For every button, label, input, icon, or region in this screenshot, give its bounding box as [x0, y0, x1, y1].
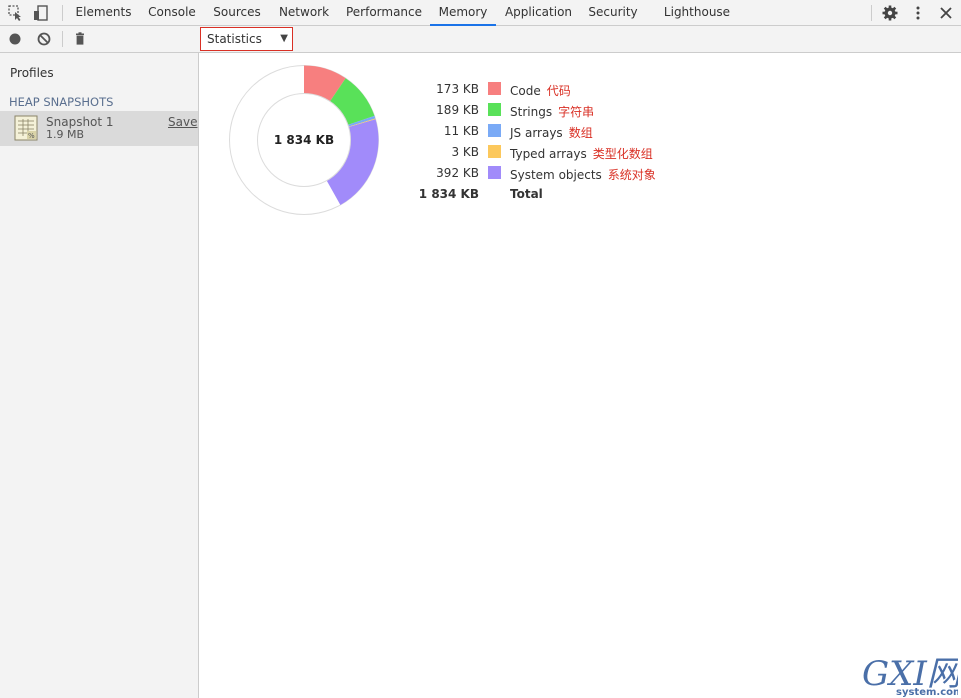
legend-label: JS arrays 数组 [510, 124, 593, 141]
snapshot-name: Snapshot 1 [46, 115, 114, 129]
trash-icon[interactable] [71, 30, 89, 48]
tab-security[interactable]: Security [585, 0, 641, 26]
legend-label: Typed arrays 类型化数组 [510, 145, 653, 162]
profiles-sidebar: Profiles HEAP SNAPSHOTS % Snapshot 1 1.9… [0, 53, 199, 698]
legend-size: 3 KB [451, 145, 479, 159]
legend-annotation: 类型化数组 [592, 147, 653, 161]
tab-bar-separator [62, 5, 63, 21]
legend-annotation: 数组 [568, 126, 593, 140]
device-toggle-icon[interactable] [31, 3, 51, 23]
statistics-view: 1 834 KB 173 KB Code 代码 189 KB Strings 字符串… [199, 53, 961, 698]
legend-total-size: 1 834 KB [418, 187, 479, 201]
legend-row-typed-arrays: 3 KB Typed arrays 类型化数组 [419, 142, 719, 163]
legend-swatch [488, 124, 501, 137]
legend-label-text: JS arrays [510, 126, 563, 140]
legend-row-system-objects: 392 KB System objects 系统对象 [419, 163, 719, 184]
legend-annotation: 字符串 [558, 105, 595, 119]
legend-swatch [488, 103, 501, 116]
legend-label-text: Typed arrays [510, 147, 587, 161]
tab-bar-separator [871, 5, 872, 21]
tab-elements[interactable]: Elements [71, 0, 136, 26]
legend-label: System objects 系统对象 [510, 166, 656, 183]
tab-sources[interactable]: Sources [209, 0, 265, 26]
legend-total-label: Total [510, 187, 543, 201]
legend-row-code: 173 KB Code 代码 [419, 79, 719, 100]
legend-size: 11 KB [443, 124, 479, 138]
tab-console[interactable]: Console [144, 0, 200, 26]
legend-swatch [488, 82, 501, 95]
gear-icon[interactable] [880, 3, 900, 23]
memory-donut-chart: 1 834 KB [229, 65, 379, 215]
legend-size: 173 KB [436, 82, 479, 96]
donut-total-label: 1 834 KB [274, 133, 334, 147]
legend-annotation: 代码 [546, 84, 571, 98]
legend-size: 392 KB [436, 166, 479, 180]
devtools-tab-bar: Elements Console Sources Network Perform… [0, 0, 961, 26]
tab-lighthouse[interactable]: Lighthouse [660, 0, 734, 26]
legend-label-text: Strings [510, 105, 553, 119]
clear-icon[interactable] [35, 30, 53, 48]
watermark-domain: system.com [896, 687, 958, 697]
site-watermark: GXI网 system.com [858, 654, 961, 698]
more-vertical-icon[interactable] [908, 3, 928, 23]
tab-application[interactable]: Application [501, 0, 576, 26]
memory-toolbar: Statistics ▼ [0, 26, 961, 53]
legend-swatch [488, 145, 501, 158]
heap-snapshots-section: HEAP SNAPSHOTS [9, 95, 114, 109]
tab-memory[interactable]: Memory [430, 0, 496, 26]
inspect-element-icon[interactable] [6, 3, 26, 23]
save-snapshot-link[interactable]: Save [168, 115, 197, 129]
snapshot-size: 1.9 MB [46, 128, 85, 141]
toolbar-separator [62, 31, 63, 47]
svg-text:%: % [28, 132, 35, 140]
legend-annotation: 系统对象 [607, 168, 656, 182]
tab-network[interactable]: Network [274, 0, 334, 26]
view-select[interactable]: Statistics ▼ [200, 27, 293, 51]
heap-snapshot-icon: % [14, 115, 38, 141]
legend-label: Strings 字符串 [510, 103, 594, 120]
legend-swatch [488, 166, 501, 179]
record-icon[interactable] [6, 30, 24, 48]
legend-size: 189 KB [436, 103, 479, 117]
legend-label-text: System objects [510, 168, 602, 182]
legend-label: Code 代码 [510, 82, 571, 99]
statistics-legend: 173 KB Code 代码 189 KB Strings 字符串 11 KB JS… [419, 79, 719, 205]
legend-row-js-arrays: 11 KB JS arrays 数组 [419, 121, 719, 142]
legend-row-strings: 189 KB Strings 字符串 [419, 100, 719, 121]
legend-label-text: Code [510, 84, 541, 98]
chevron-down-icon: ▼ [280, 33, 288, 44]
view-select-value: Statistics [207, 32, 262, 46]
close-icon[interactable] [936, 3, 956, 23]
tab-performance[interactable]: Performance [343, 0, 425, 26]
legend-row-total: 1 834 KB Total [419, 184, 719, 205]
snapshot-item[interactable]: % Snapshot 1 1.9 MB Save [0, 111, 198, 146]
profiles-title: Profiles [10, 66, 54, 80]
